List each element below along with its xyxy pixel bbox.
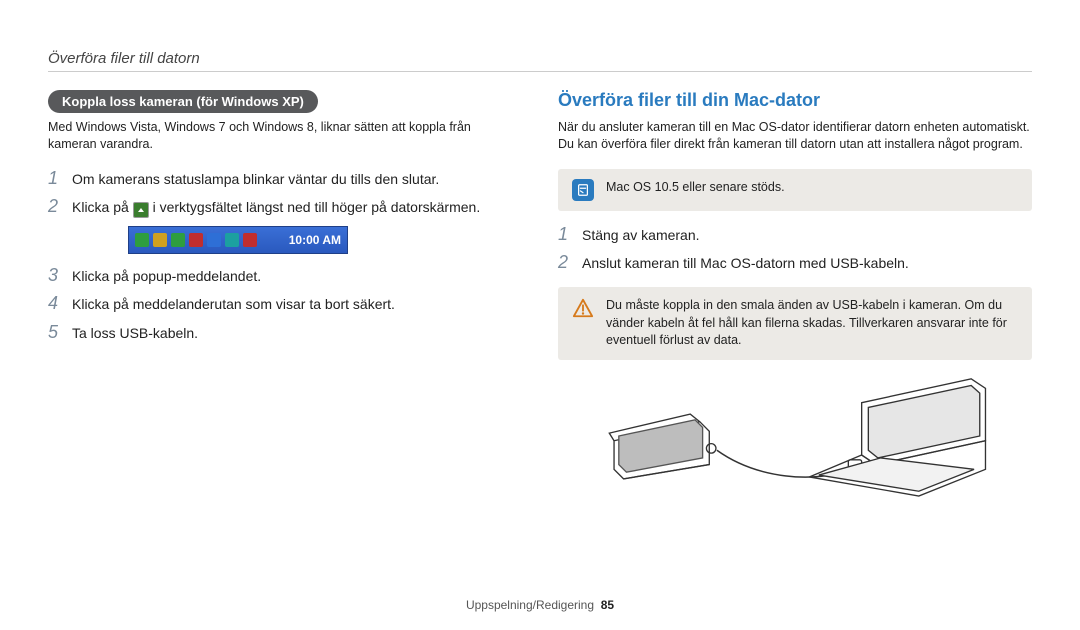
tray-icon	[153, 233, 167, 247]
step-number: 1	[48, 169, 62, 189]
left-intro: Med Windows Vista, Windows 7 och Windows…	[48, 119, 518, 153]
note-text: Mac OS 10.5 eller senare stöds.	[606, 179, 785, 197]
mac-section-heading: Överföra filer till din Mac-dator	[558, 90, 1032, 111]
list-item: 5 Ta loss USB-kabeln.	[48, 323, 518, 343]
mac-steps-list: 1 Stäng av kameran. 2 Anslut kameran til…	[558, 225, 1032, 274]
step-text: Klicka på i verktygsfältet längst ned ti…	[72, 197, 480, 218]
safely-remove-hardware-icon	[133, 202, 149, 218]
page-header-title: Överföra filer till datorn	[48, 50, 1032, 67]
step-number: 3	[48, 266, 62, 286]
right-column: Överföra filer till din Mac-dator När du…	[558, 90, 1032, 498]
step-text: Om kamerans statuslampa blinkar väntar d…	[72, 169, 439, 189]
warning-icon	[572, 297, 594, 319]
left-column: Koppla loss kameran (för Windows XP) Med…	[48, 90, 518, 498]
list-item: 1 Stäng av kameran.	[558, 225, 1032, 245]
warning-callout: Du måste koppla in den smala änden av US…	[558, 287, 1032, 360]
tray-icon	[225, 233, 239, 247]
right-intro: När du ansluter kameran till en Mac OS-d…	[558, 119, 1032, 153]
list-item: 2 Anslut kameran till Mac OS-datorn med …	[558, 253, 1032, 273]
step-text: Anslut kameran till Mac OS-datorn med US…	[582, 253, 909, 273]
page-footer: Uppspelning/Redigering 85	[0, 598, 1080, 612]
note-icon	[572, 179, 594, 201]
list-item: 2 Klicka på i verktygsfältet längst ned …	[48, 197, 518, 218]
list-item: 1 Om kamerans statuslampa blinkar väntar…	[48, 169, 518, 189]
camera-to-laptop-illustration	[558, 374, 1032, 498]
note-callout: Mac OS 10.5 eller senare stöds.	[558, 169, 1032, 211]
list-item: 4 Klicka på meddelanderutan som visar ta…	[48, 294, 518, 314]
tray-icon	[207, 233, 221, 247]
windows-steps-list: 1 Om kamerans statuslampa blinkar väntar…	[48, 169, 518, 218]
two-column-layout: Koppla loss kameran (för Windows XP) Med…	[48, 90, 1032, 498]
page-number: 85	[601, 598, 614, 612]
tray-icon	[243, 233, 257, 247]
step2-prefix: Klicka på	[72, 199, 133, 215]
tray-icon	[171, 233, 185, 247]
windows-steps-list-cont: 3 Klicka på popup-meddelandet. 4 Klicka …	[48, 266, 518, 343]
tray-icon	[135, 233, 149, 247]
list-item: 3 Klicka på popup-meddelandet.	[48, 266, 518, 286]
step-number: 2	[48, 197, 62, 217]
step2-suffix: i verktygsfältet längst ned till höger p…	[153, 199, 481, 215]
step-text: Stäng av kameran.	[582, 225, 700, 245]
step-text: Klicka på meddelanderutan som visar ta b…	[72, 294, 395, 314]
step-text: Ta loss USB-kabeln.	[72, 323, 198, 343]
step-number: 4	[48, 294, 62, 314]
step-text: Klicka på popup-meddelandet.	[72, 266, 261, 286]
step-number: 2	[558, 253, 572, 273]
taskbar-clock: 10:00 AM	[289, 233, 341, 247]
step-number: 5	[48, 323, 62, 343]
windows-taskbar-systray: 10:00 AM	[128, 226, 348, 254]
tray-icon	[189, 233, 203, 247]
warning-text: Du måste koppla in den smala änden av US…	[606, 297, 1018, 350]
step-number: 1	[558, 225, 572, 245]
subsection-pill: Koppla loss kameran (för Windows XP)	[48, 90, 318, 113]
header-rule	[48, 71, 1032, 72]
footer-section: Uppspelning/Redigering	[466, 598, 594, 612]
